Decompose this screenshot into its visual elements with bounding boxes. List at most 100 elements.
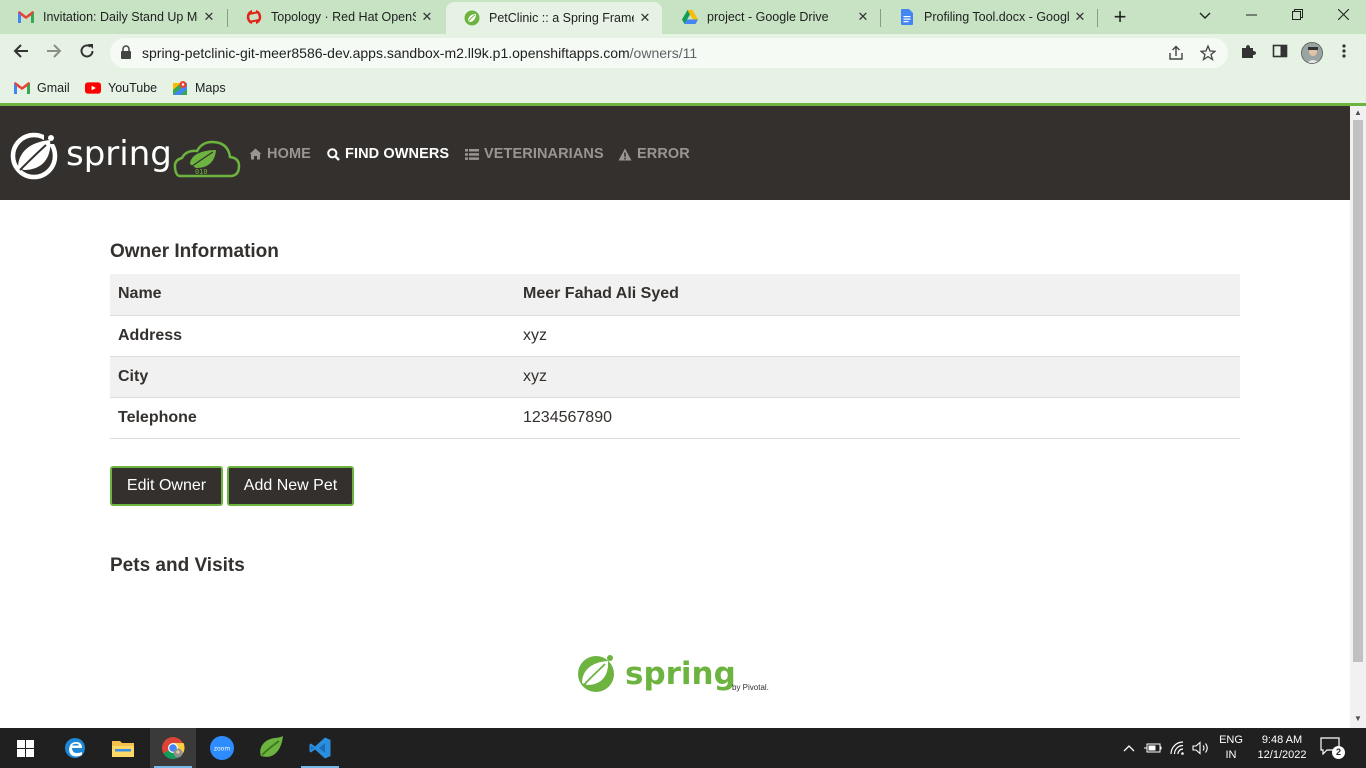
file-explorer-icon: [112, 741, 134, 757]
spring-logo[interactable]: spring 010: [10, 130, 242, 182]
zoom-icon: zoom: [210, 736, 234, 760]
extensions-icon[interactable]: [1238, 43, 1258, 63]
close-tab-icon[interactable]: ✕: [198, 9, 220, 25]
page-scrollbar[interactable]: ▲ ▼: [1350, 106, 1366, 728]
tab-gmail-invitation[interactable]: Invitation: Daily Stand Up Me ✕: [0, 0, 226, 34]
arrow-right-icon: [47, 44, 62, 58]
windows-start-icon: [16, 739, 34, 757]
nav-home-label: HOME: [267, 146, 311, 162]
side-panel-icon[interactable]: [1270, 43, 1290, 63]
taskbar-chrome[interactable]: [150, 728, 196, 768]
openshift-icon: [246, 9, 262, 25]
tab-petclinic[interactable]: PetClinic :: a Spring Framewo ✕: [446, 2, 662, 34]
scrollbar-thumb[interactable]: [1353, 120, 1363, 662]
owner-address-value: xyz: [515, 315, 1240, 357]
taskbar-file-explorer[interactable]: [100, 728, 146, 768]
language-code: ENG: [1219, 734, 1243, 746]
address-bar[interactable]: spring-petclinic-git-meer8586-dev.apps.s…: [110, 38, 1228, 68]
svg-text:zoom: zoom: [214, 746, 230, 753]
speaker-icon: [1192, 741, 1208, 755]
taskbar-zoom[interactable]: zoom: [199, 728, 245, 768]
tab-google-docs[interactable]: Profiling Tool.docx - Google ✕: [881, 0, 1097, 34]
nav-find-owners-label: FIND OWNERS: [345, 146, 450, 162]
restore-button[interactable]: [1274, 0, 1320, 34]
nav-veterinarians-label: VETERINARIANS: [484, 146, 604, 162]
new-tab-button[interactable]: +: [1108, 4, 1132, 30]
share-icon[interactable]: [1167, 45, 1185, 63]
notification-count-badge: 2: [1332, 746, 1345, 759]
minimize-icon: [1245, 14, 1257, 16]
scroll-up-arrow[interactable]: ▲: [1350, 106, 1366, 120]
close-tab-icon[interactable]: ✕: [1069, 9, 1091, 25]
edge-icon: [65, 738, 85, 758]
gmail-icon: [14, 80, 30, 96]
owner-telephone-value: 1234567890: [515, 397, 1240, 439]
language-region: IN: [1225, 749, 1237, 761]
chevron-up-icon: [1123, 745, 1135, 752]
forward-button[interactable]: [41, 40, 67, 66]
edit-owner-button[interactable]: Edit Owner: [110, 466, 223, 506]
table-row: Telephone 1234567890: [110, 397, 1240, 439]
close-tab-icon[interactable]: ✕: [634, 10, 656, 26]
footer-byline: by Pivotal.: [732, 683, 769, 692]
windows-taskbar: zoom ENG IN 9:48 AM 12/1/2022 2: [0, 728, 1366, 768]
network-tray-button[interactable]: [1168, 728, 1188, 768]
bookmark-gmail[interactable]: Gmail: [14, 77, 70, 99]
notification-center-button[interactable]: 2: [1320, 737, 1345, 759]
google-docs-icon: [899, 9, 915, 25]
taskbar-clock[interactable]: 9:48 AM 12/1/2022: [1252, 733, 1312, 763]
close-tab-icon[interactable]: ✕: [852, 9, 874, 25]
nav-veterinarians[interactable]: VETERINARIANS: [465, 144, 604, 164]
footer-wordmark: spring: [625, 656, 736, 692]
nav-find-owners[interactable]: FIND OWNERS: [327, 144, 449, 164]
tab-title: project - Google Drive: [707, 10, 829, 24]
bookmark-youtube[interactable]: YouTube: [85, 77, 157, 99]
tab-title: Topology · Red Hat OpenShif: [271, 10, 416, 24]
bookmark-label: Gmail: [37, 81, 70, 95]
restore-icon: [1291, 9, 1303, 20]
url-text: spring-petclinic-git-meer8586-dev.apps.s…: [142, 38, 697, 68]
spring-tool-suite-icon: [260, 736, 283, 757]
owner-telephone-label: Telephone: [110, 397, 515, 439]
clock-date: 12/1/2022: [1257, 749, 1307, 761]
windows-start-button[interactable]: [2, 728, 48, 768]
warning-icon: [618, 148, 632, 161]
home-icon: [249, 148, 262, 160]
browser-toolbar: spring-petclinic-git-meer8586-dev.apps.s…: [0, 34, 1366, 72]
close-icon: [1337, 8, 1349, 21]
show-hidden-icons-button[interactable]: [1120, 728, 1138, 768]
bookmark-star-icon[interactable]: [1199, 44, 1217, 63]
tab-search-button[interactable]: [1182, 0, 1228, 34]
input-language-indicator[interactable]: ENG IN: [1216, 733, 1246, 763]
owner-city-value: xyz: [515, 356, 1240, 398]
tab-title: Profiling Tool.docx - Google: [924, 10, 1069, 24]
taskbar-edge[interactable]: [52, 728, 98, 768]
close-tab-icon[interactable]: ✕: [416, 9, 438, 25]
back-button[interactable]: [8, 40, 34, 66]
nav-home[interactable]: HOME: [249, 144, 311, 164]
minimize-button[interactable]: [1228, 0, 1274, 34]
battery-charging-icon: [1144, 743, 1162, 753]
owner-info-table: Name Meer Fahad Ali Syed Address xyz Cit…: [110, 274, 1240, 439]
tab-google-drive[interactable]: project - Google Drive ✕: [664, 0, 880, 34]
chevron-down-icon: [1199, 12, 1211, 19]
browser-tab-strip: Invitation: Daily Stand Up Me ✕ Topology…: [0, 0, 1366, 34]
taskbar-vscode[interactable]: [297, 728, 343, 768]
tab-openshift-topology[interactable]: Topology · Red Hat OpenShif ✕: [228, 0, 444, 34]
reload-button[interactable]: [74, 40, 100, 66]
table-row: Address xyz: [110, 315, 1240, 357]
table-row: Name Meer Fahad Ali Syed: [110, 274, 1240, 316]
bookmark-maps[interactable]: Maps: [172, 77, 226, 99]
nav-error-label: ERROR: [637, 146, 690, 162]
volume-tray-button[interactable]: [1191, 728, 1211, 768]
list-icon: [465, 148, 479, 160]
close-window-button[interactable]: [1320, 0, 1366, 34]
add-new-pet-button[interactable]: Add New Pet: [227, 466, 354, 506]
scroll-down-arrow[interactable]: ▼: [1350, 712, 1366, 726]
battery-tray-button[interactable]: [1143, 728, 1163, 768]
nav-error[interactable]: ERROR: [618, 144, 690, 164]
profile-avatar[interactable]: [1301, 42, 1323, 64]
taskbar-spring-tool-suite[interactable]: [248, 728, 294, 768]
more-menu-icon[interactable]: [1334, 43, 1354, 63]
page-viewport: spring 010 HOME FIND OWNERS VETERINARIAN…: [0, 106, 1350, 728]
